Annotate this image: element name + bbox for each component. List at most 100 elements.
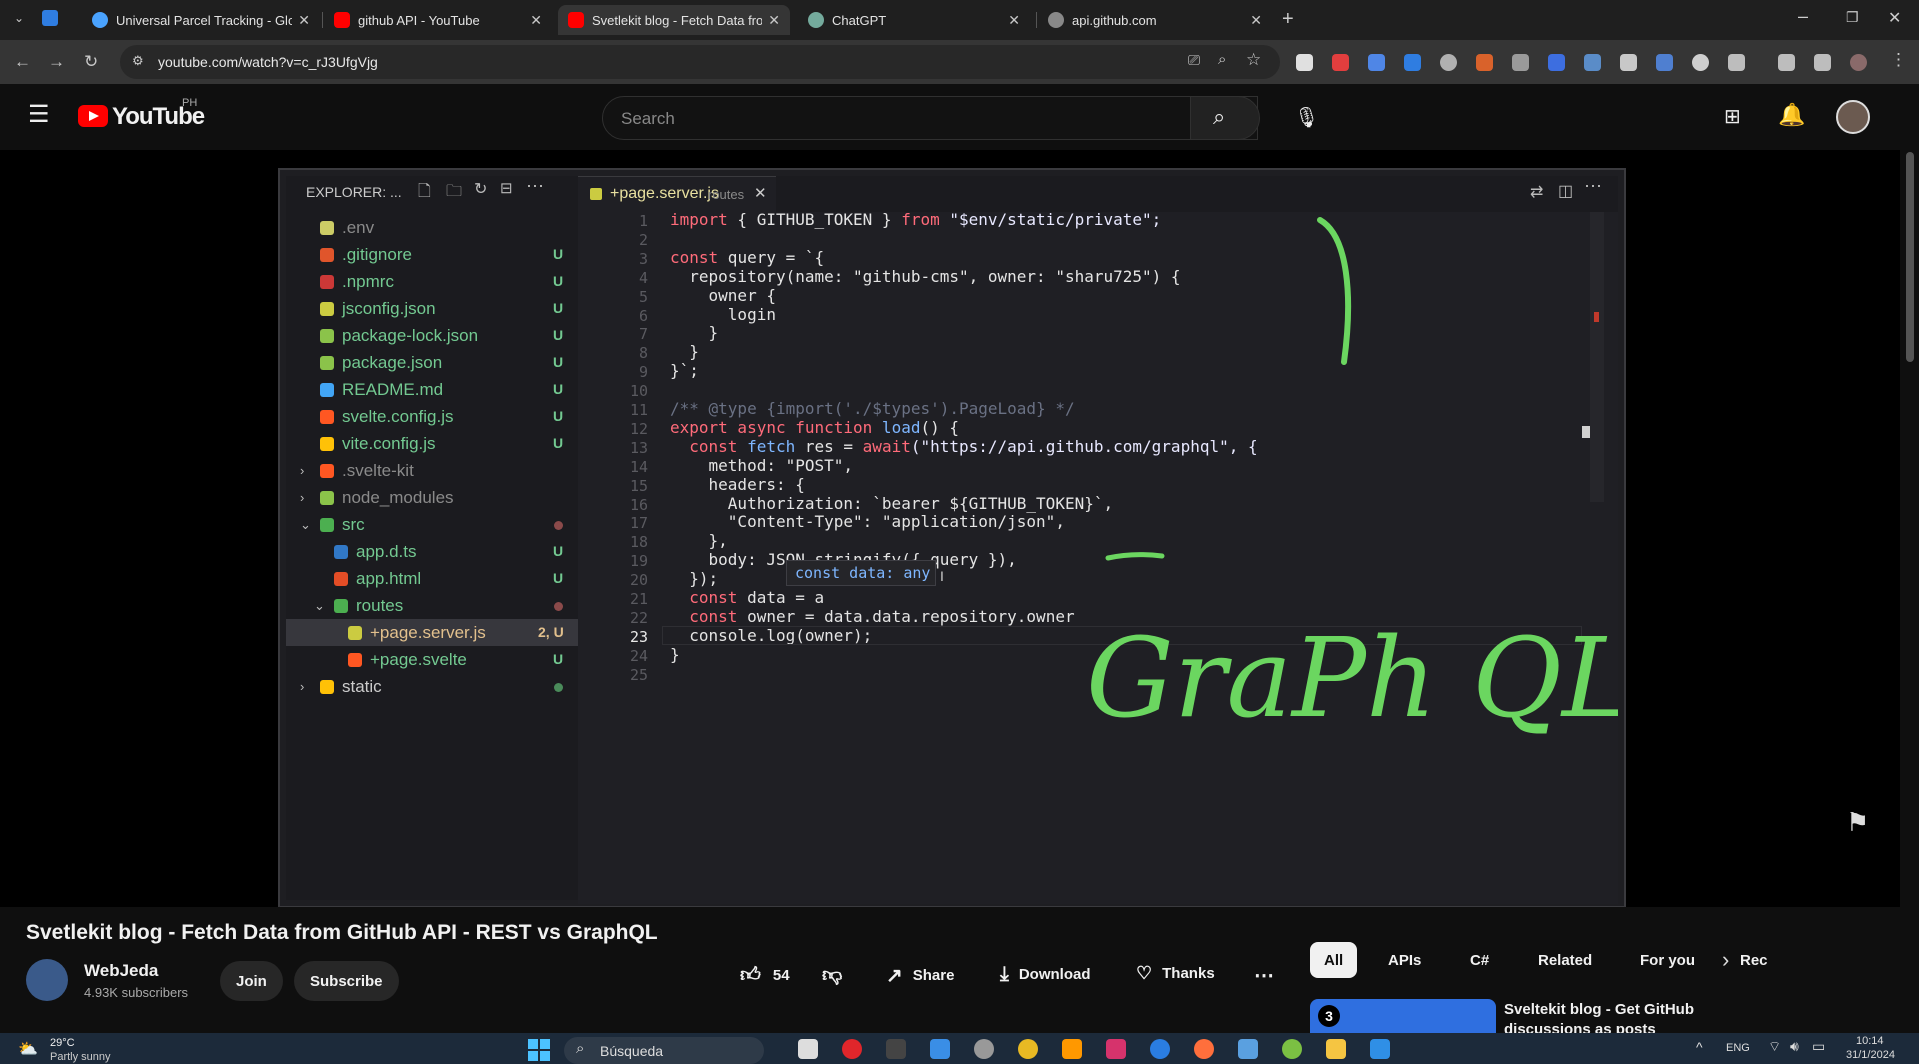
collapse-all-icon[interactable]: ⊟	[500, 179, 513, 197]
volume-icon[interactable]: 🔊︎	[1790, 1038, 1799, 1055]
notifications-bell-icon[interactable]: 🔔	[1778, 102, 1805, 128]
wifi-icon[interactable]: ⌔	[1768, 1038, 1781, 1056]
zoom-icon[interactable]: ⌕	[1218, 51, 1226, 68]
tab-chatgpt[interactable]: ChatGPT ✕	[798, 5, 1030, 35]
file-tree-item[interactable]: app.html U	[286, 565, 578, 592]
channel-avatar[interactable]	[26, 959, 68, 1001]
language-indicator[interactable]: ENG	[1726, 1042, 1750, 1054]
user-avatar[interactable]	[1836, 100, 1870, 134]
file-explorer-icon[interactable]	[1326, 1039, 1346, 1059]
app-icon[interactable]	[1238, 1039, 1258, 1059]
filter-chip[interactable]: All	[1310, 942, 1358, 978]
file-tree-item[interactable]: vite.config.js U	[286, 430, 578, 457]
refresh-icon[interactable]: ↻	[474, 179, 487, 199]
file-tree-item[interactable]: ⌄ routes	[286, 592, 578, 619]
weather-widget[interactable]: ⛅ 29°C Partly sunny	[18, 1035, 128, 1063]
file-tree-item[interactable]: › node_modules	[286, 484, 578, 511]
filter-chip[interactable]: C#	[1456, 942, 1503, 978]
close-icon[interactable]: ✕	[1008, 12, 1020, 29]
subscribe-button[interactable]: Subscribe	[294, 961, 399, 1001]
file-tree-item[interactable]: ⌄ src	[286, 511, 578, 538]
edge-icon[interactable]	[1150, 1039, 1170, 1059]
menu-dots-icon[interactable]: ⋮	[1890, 50, 1907, 70]
video-scrollbar[interactable]	[1900, 84, 1919, 907]
download-button[interactable]: ⤓ Download	[1000, 963, 1091, 986]
new-folder-icon[interactable]: 🗀	[446, 180, 462, 207]
site-info-icon[interactable]: ⚙	[132, 53, 144, 69]
voice-search-button[interactable]: 🎙	[1280, 96, 1324, 140]
close-icon[interactable]: ✕	[530, 12, 542, 29]
install-app-icon[interactable]: ⎚	[1188, 52, 1200, 69]
tab-search-icon[interactable]: ⌄	[14, 11, 24, 25]
share-button[interactable]: ↗ Share	[886, 963, 954, 988]
profile-avatar[interactable]	[1850, 54, 1867, 71]
more-actions-icon[interactable]: ⋯	[526, 176, 544, 197]
extension-icon[interactable]	[1548, 54, 1565, 71]
close-icon[interactable]: ✕	[1250, 12, 1262, 29]
clock-time[interactable]: 10:14	[1856, 1035, 1884, 1047]
extension-icon[interactable]	[1368, 54, 1385, 71]
file-tree-item[interactable]: .gitignore U	[286, 241, 578, 268]
file-tree-item[interactable]: jsconfig.json U	[286, 295, 578, 322]
file-tree-item[interactable]: README.md U	[286, 376, 578, 403]
extension-icon[interactable]	[1476, 54, 1493, 71]
dislike-button[interactable]: 👎︎	[822, 963, 842, 987]
filter-chip[interactable]: APIs	[1374, 942, 1435, 978]
extensions-puzzle-icon[interactable]	[1728, 54, 1745, 71]
hamburger-menu-icon[interactable]: ☰	[28, 100, 50, 129]
reload-icon[interactable]: ↻	[84, 52, 98, 72]
file-tree-item[interactable]: › static	[286, 673, 578, 700]
filter-chip[interactable]: For you	[1626, 942, 1709, 978]
taskbar-search[interactable]: ⌕ Búsqueda	[564, 1037, 764, 1064]
forward-icon[interactable]: →	[48, 52, 65, 72]
terminal-icon[interactable]	[886, 1039, 906, 1059]
bookmark-star-icon[interactable]: ☆	[1246, 50, 1261, 70]
chevron-right-icon[interactable]: ›	[1722, 947, 1729, 973]
file-tree-item[interactable]: svelte.config.js U	[286, 403, 578, 430]
like-button[interactable]: 👍︎ 54	[740, 963, 790, 987]
app-icon[interactable]	[1282, 1039, 1302, 1059]
extension-icon[interactable]	[1584, 54, 1601, 71]
join-button[interactable]: Join	[220, 961, 283, 1001]
app-icon[interactable]	[930, 1039, 950, 1059]
chevron-down-icon[interactable]: ⌄	[314, 592, 325, 619]
task-view-icon[interactable]	[798, 1039, 818, 1059]
extension-icon[interactable]	[1656, 54, 1673, 71]
minimize-icon[interactable]: –	[1798, 6, 1808, 27]
vscode-icon[interactable]	[1370, 1039, 1390, 1059]
battery-icon[interactable]: ▭	[1812, 1038, 1825, 1055]
tray-chevron-icon[interactable]: ^	[1696, 1039, 1703, 1055]
side-panel-icon[interactable]	[1814, 54, 1831, 71]
file-tree-item[interactable]: package.json U	[286, 349, 578, 376]
search-button[interactable]: ⌕	[1190, 96, 1260, 140]
tab-api-github[interactable]: api.github.com ✕	[1038, 5, 1272, 35]
extension-icon[interactable]	[1440, 54, 1457, 71]
chevron-down-icon[interactable]: ⌄	[300, 511, 311, 538]
tab-parcel-tracking[interactable]: Universal Parcel Tracking - Glob ✕	[82, 5, 320, 35]
media-icon[interactable]	[1778, 54, 1795, 71]
file-tree-item[interactable]: › .svelte-kit	[286, 457, 578, 484]
file-tree-item[interactable]: .env	[286, 214, 578, 241]
file-tree-item[interactable]: .npmrc U	[286, 268, 578, 295]
close-icon[interactable]: ✕	[298, 12, 310, 29]
chevron-right-icon[interactable]: ›	[300, 484, 304, 511]
start-button[interactable]	[528, 1039, 550, 1061]
new-tab-icon[interactable]: +	[1282, 8, 1294, 31]
chevron-right-icon[interactable]: ›	[300, 457, 304, 484]
channel-name[interactable]: WebJeda	[84, 961, 158, 981]
save-to-playlist-icon[interactable]: ⚑	[1846, 807, 1869, 838]
more-actions-button[interactable]: ⋯	[1254, 963, 1274, 988]
sublime-icon[interactable]	[1062, 1039, 1082, 1059]
tab-svetlekit-blog[interactable]: Svetlekit blog - Fetch Data from ✕	[558, 5, 790, 35]
recommended-video[interactable]: 3 Sveltekit blog - Get GitHub discussion…	[1310, 999, 1890, 1033]
filter-chip[interactable]: Rec	[1726, 942, 1782, 978]
search-input[interactable]: Search	[602, 96, 1258, 140]
extension-icon[interactable]	[1692, 54, 1709, 71]
file-tree-item[interactable]: +page.svelte U	[286, 646, 578, 673]
extension-icon[interactable]	[1332, 54, 1349, 71]
close-icon[interactable]: ✕	[768, 12, 780, 29]
new-file-icon[interactable]: 🗋	[418, 180, 431, 207]
extension-icon[interactable]	[1296, 54, 1313, 71]
app-icon[interactable]	[1106, 1039, 1126, 1059]
close-window-icon[interactable]: ✕	[1888, 8, 1901, 28]
